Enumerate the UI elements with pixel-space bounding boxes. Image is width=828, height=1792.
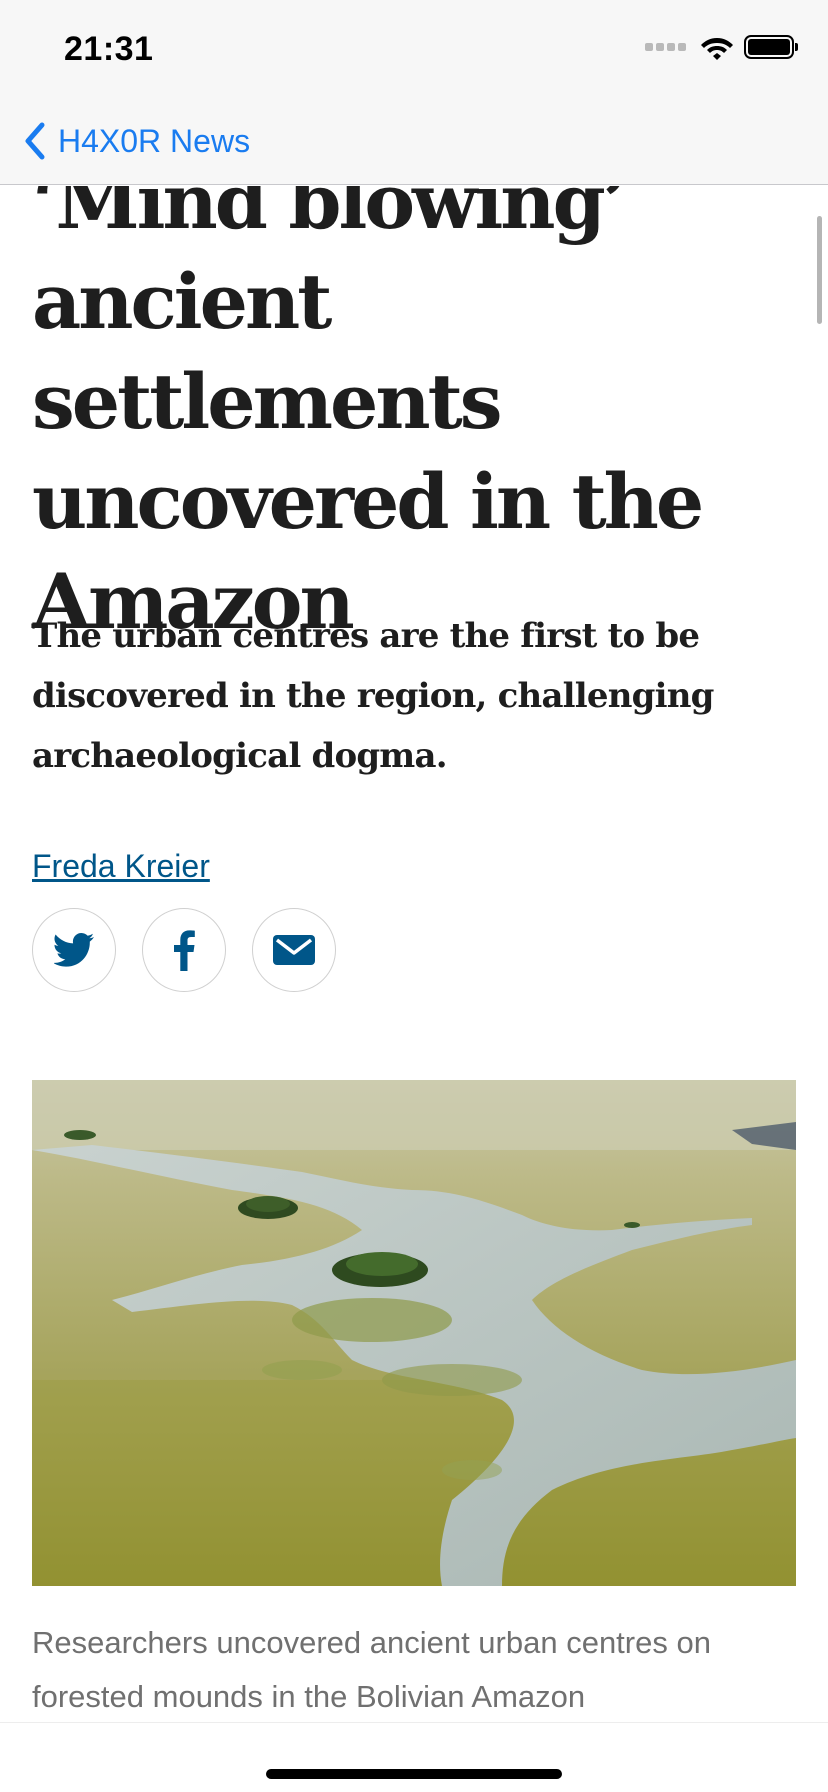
battery-icon bbox=[744, 35, 798, 59]
article-hero-image bbox=[32, 1080, 796, 1586]
status-time: 21:31 bbox=[64, 30, 154, 68]
share-facebook-button[interactable] bbox=[142, 908, 226, 992]
article-view[interactable]: ‘Mind blowing’ ancient settlements uncov… bbox=[0, 186, 828, 1722]
article-standfirst: The urban centres are the first to be di… bbox=[32, 616, 714, 776]
amazon-aerial-photo bbox=[32, 1080, 796, 1586]
share-email-button[interactable] bbox=[252, 908, 336, 992]
mail-icon bbox=[273, 935, 315, 965]
share-buttons bbox=[32, 908, 336, 992]
status-bar: 21:31 bbox=[0, 0, 828, 100]
chevron-left-icon bbox=[25, 122, 45, 160]
wifi-icon bbox=[701, 38, 733, 60]
navigation-bar: H4X0R News bbox=[0, 100, 828, 185]
status-icons bbox=[645, 34, 798, 60]
home-indicator[interactable] bbox=[266, 1769, 562, 1779]
screen: 21:31 H4X0R News ‘Mind blowing’ ancient bbox=[0, 0, 828, 1792]
back-button-label: H4X0R News bbox=[58, 122, 251, 159]
twitter-icon bbox=[54, 933, 94, 967]
article-headline: ‘Mind blowing’ ancient settlements uncov… bbox=[32, 186, 704, 646]
facebook-icon bbox=[174, 930, 195, 971]
back-button[interactable]: H4X0R News bbox=[22, 118, 250, 164]
home-indicator-area bbox=[0, 1722, 828, 1792]
share-twitter-button[interactable] bbox=[32, 908, 116, 992]
scroll-indicator[interactable] bbox=[817, 216, 822, 324]
image-caption: Researchers uncovered ancient urban cent… bbox=[32, 1625, 711, 1714]
author-link[interactable]: Freda Kreier bbox=[32, 848, 210, 885]
cellular-signal-icon bbox=[645, 43, 686, 51]
